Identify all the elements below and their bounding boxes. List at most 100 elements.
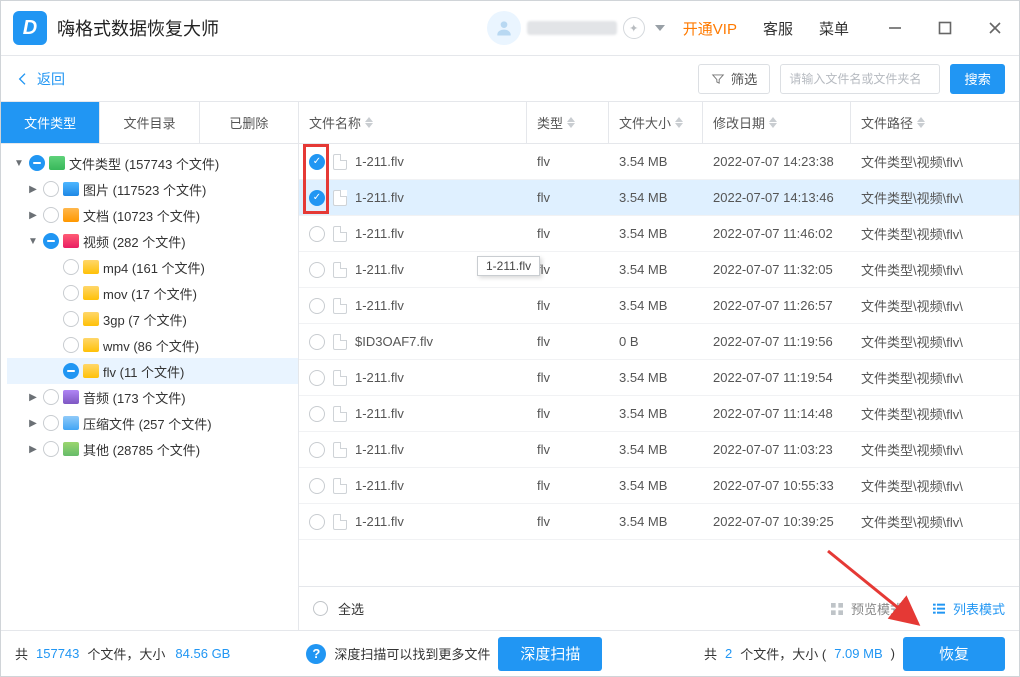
table-row[interactable]: 1-211.flvflv3.54 MB2022-07-07 11:19:54文件… [299,360,1019,396]
caret-right-icon: ▶ [27,210,39,221]
checkbox-partial-icon[interactable] [29,155,45,171]
sort-icon [567,117,575,128]
row-checkbox[interactable] [309,298,325,314]
tree-node-3gp[interactable]: 3gp (7 个文件) [7,306,298,332]
status-sel-mid: 个文件，大小 ( [740,644,826,663]
checkbox-empty-icon[interactable] [43,181,59,197]
cell-date: 2022-07-07 10:55:33 [703,478,851,493]
back-button[interactable]: 返回 [15,69,65,89]
tree-node-root[interactable]: ▼ 文件类型 (157743 个文件) [7,150,298,176]
row-checkbox[interactable] [309,154,325,170]
tree-node-other[interactable]: ▶ 其他 (28785 个文件) [7,436,298,462]
tab-deleted[interactable]: 已删除 [200,102,298,143]
row-checkbox[interactable] [309,226,325,242]
col-name[interactable]: 文件名称 [299,102,527,143]
tree-node-wmv[interactable]: wmv (86 个文件) [7,332,298,358]
avatar-icon [487,11,521,45]
minimize-button[interactable] [883,16,907,40]
table-row[interactable]: 1-211.flvflv3.54 MB2022-07-07 11:14:48文件… [299,396,1019,432]
col-type[interactable]: 类型 [527,102,609,143]
row-checkbox[interactable] [309,442,325,458]
tree-label: 音频 (173 个文件) [83,388,186,407]
status-bar: 共157743个文件，大小84.56 GB ? 深度扫描可以找到更多文件 深度扫… [1,630,1019,676]
cell-name: 1-211.flv [355,226,404,241]
table-row[interactable]: 1-211.flvflv3.54 MB2022-07-07 10:55:33文件… [299,468,1019,504]
preview-mode-button[interactable]: 预览模式 [829,599,903,618]
file-icon [333,370,347,386]
grid-icon [829,601,845,617]
checkbox-empty-icon[interactable] [63,337,79,353]
file-icon [333,406,347,422]
search-input[interactable] [780,64,940,94]
table-row[interactable]: $ID3OAF7.flvflv0 B2022-07-07 11:19:56文件类… [299,324,1019,360]
tree-node-video[interactable]: ▼ 视频 (282 个文件) [7,228,298,254]
status-total-count: 157743 [36,646,79,661]
checkbox-empty-icon[interactable] [43,441,59,457]
search-button[interactable]: 搜索 [950,64,1005,94]
select-all-radio[interactable] [313,601,328,616]
folder-icon [83,312,99,326]
user-chip[interactable]: ✦ [487,11,665,45]
col-size[interactable]: 文件大小 [609,102,703,143]
cell-name: 1-211.flv [355,298,404,313]
table-row[interactable]: 1-211.flvflv3.54 MB2022-07-07 11:03:23文件… [299,432,1019,468]
sort-icon [917,117,925,128]
cell-size: 3.54 MB [609,442,703,457]
tree-node-mov[interactable]: mov (17 个文件) [7,280,298,306]
cell-size: 3.54 MB [609,298,703,313]
tab-file-type[interactable]: 文件类型 [1,102,100,143]
cell-name: 1-211.flv [355,190,404,205]
row-checkbox[interactable] [309,190,325,206]
file-icon [333,154,347,170]
filter-button[interactable]: 筛选 [698,64,771,94]
tree-node-zip[interactable]: ▶ 压缩文件 (257 个文件) [7,410,298,436]
cell-date: 2022-07-07 11:19:56 [703,334,851,349]
checkbox-empty-icon[interactable] [43,207,59,223]
table-body[interactable]: 1-211.flv 1-211.flvflv3.54 MB2022-07-07 … [299,144,1019,586]
checkbox-empty-icon[interactable] [63,259,79,275]
checkbox-partial-icon[interactable] [63,363,79,379]
status-sel-count: 2 [725,646,732,661]
document-icon [63,208,79,222]
list-mode-button[interactable]: 列表模式 [931,599,1005,618]
category-tree: ▼ 文件类型 (157743 个文件) ▶ 图片 (117523 个文件) ▶ … [1,144,298,630]
tree-node-flv[interactable]: flv (11 个文件) [7,358,298,384]
tab-file-dir[interactable]: 文件目录 [100,102,199,143]
row-checkbox[interactable] [309,334,325,350]
sort-icon [675,117,683,128]
menu-link[interactable]: 菜单 [819,18,849,39]
tree-node-audio[interactable]: ▶ 音频 (173 个文件) [7,384,298,410]
row-checkbox[interactable] [309,370,325,386]
row-checkbox[interactable] [309,262,325,278]
maximize-button[interactable] [933,16,957,40]
table-row[interactable]: 1-211.flvflv3.54 MB2022-07-07 14:23:38文件… [299,144,1019,180]
checkbox-empty-icon[interactable] [43,389,59,405]
table-row[interactable]: 1-211.flvflv3.54 MB2022-07-07 11:46:02文件… [299,216,1019,252]
cell-size: 3.54 MB [609,190,703,205]
col-date[interactable]: 修改日期 [703,102,851,143]
checkbox-empty-icon[interactable] [63,285,79,301]
deep-scan-button[interactable]: 深度扫描 [498,637,602,671]
cell-date: 2022-07-07 11:19:54 [703,370,851,385]
table-row[interactable]: 1-211.flvflv3.54 MB2022-07-07 11:26:57文件… [299,288,1019,324]
tree-label: mp4 (161 个文件) [103,258,205,277]
row-checkbox[interactable] [309,478,325,494]
close-button[interactable] [983,16,1007,40]
open-vip-link[interactable]: 开通VIP [683,18,737,39]
tree-node-mp4[interactable]: mp4 (161 个文件) [7,254,298,280]
table-row[interactable]: 1-211.flvflv3.54 MB2022-07-07 10:39:25文件… [299,504,1019,540]
checkbox-empty-icon[interactable] [43,415,59,431]
recover-button[interactable]: 恢复 [903,637,1005,671]
checkbox-empty-icon[interactable] [63,311,79,327]
cell-date: 2022-07-07 11:14:48 [703,406,851,421]
row-checkbox[interactable] [309,514,325,530]
table-row[interactable]: 1-211.flvflv3.54 MB2022-07-07 14:13:46文件… [299,180,1019,216]
tree-node-docs[interactable]: ▶ 文档 (10723 个文件) [7,202,298,228]
checkbox-partial-icon[interactable] [43,233,59,249]
tree-node-images[interactable]: ▶ 图片 (117523 个文件) [7,176,298,202]
cell-size: 3.54 MB [609,370,703,385]
row-checkbox[interactable] [309,406,325,422]
col-path[interactable]: 文件路径 [851,102,1019,143]
table-row[interactable]: 1-211.flvflv3.54 MB2022-07-07 11:32:05文件… [299,252,1019,288]
support-link[interactable]: 客服 [763,18,793,39]
